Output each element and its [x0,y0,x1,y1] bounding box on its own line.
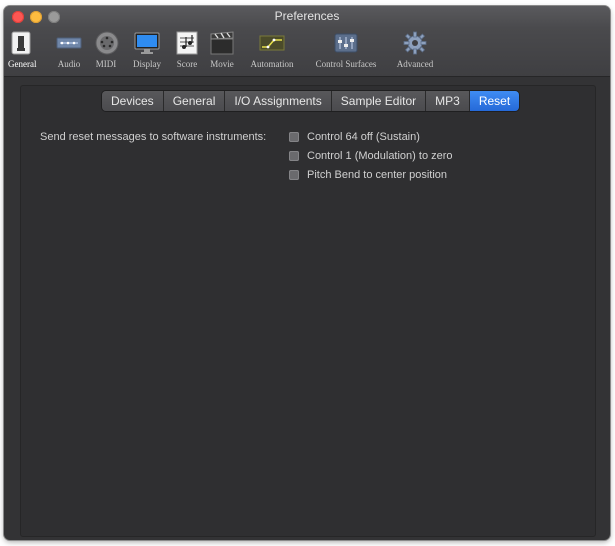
window-title: Preferences [274,9,340,23]
toolbar-item-automation[interactable]: Automation [244,30,300,74]
tab-io-assignments[interactable]: I/O Assignments [225,91,332,111]
toolbar-item-control-surfaces[interactable]: Control Surfaces [308,30,384,74]
tab-mp3[interactable]: MP3 [426,91,470,111]
tab-reset[interactable]: Reset [469,91,520,111]
checkbox-control-1-to-zero[interactable]: Control 1 (Modulation) to zero [289,149,453,163]
toolbar-item-score[interactable]: Score [172,30,202,74]
checkbox-label: Pitch Bend to center position [307,169,448,181]
checkbox-control-64-off[interactable]: Control 64 off (Sustain) [289,130,420,144]
tab-sample-editor[interactable]: Sample Editor [331,91,427,111]
toolbar-item-label: Advanced [396,59,434,69]
checkbox-pitch-bend-center[interactable]: Pitch Bend to center position [289,168,447,182]
toolbar-item-label: Audio [57,59,81,69]
tab-general[interactable]: General [163,91,226,111]
toolbar-item-display[interactable]: Display [130,30,164,74]
reset-messages-label: Send reset messages to software instrume… [40,131,267,143]
preferences-toolbar: General Audio MIDI Display Score Movie A… [4,28,610,77]
checkbox-label: Control 64 off (Sustain) [307,131,420,143]
tab-devices[interactable]: Devices [102,91,164,111]
audio-icon [56,37,82,49]
toolbar-item-label: MIDI [95,59,117,69]
automation-icon [259,35,285,51]
checkbox-box[interactable] [289,151,299,161]
checkbox-box[interactable] [289,170,299,180]
general-icon [11,31,31,55]
toolbar-item-label: Movie [210,59,234,69]
toolbar-item-audio[interactable]: Audio [54,30,84,74]
preferences-window: Preferences General Audio MIDI Display S… [4,6,610,540]
toolbar-item-label: Automation [250,59,294,69]
toolbar-item-label: Display [133,59,161,69]
movie-icon [210,31,234,55]
toolbar-item-midi[interactable]: MIDI [94,30,119,74]
toolbar-item-label: Score [176,59,198,69]
advanced-icon [403,31,427,55]
toolbar-item-label: General [8,59,37,69]
midi-icon [95,31,119,55]
title-bar: Preferences [4,6,610,28]
checkbox-box[interactable] [289,132,299,142]
midi-tab-bar: Devices General I/O Assignments Sample E… [102,91,520,111]
toolbar-item-general[interactable]: General [8,30,37,74]
toolbar-item-movie[interactable]: Movie [207,30,237,74]
control-surfaces-icon [334,33,358,53]
checkbox-label: Control 1 (Modulation) to zero [307,150,453,162]
toolbar-item-label: Control Surfaces [315,59,377,69]
toolbar-item-advanced[interactable]: Advanced [392,30,438,74]
display-icon [134,32,160,54]
score-icon [176,31,198,55]
